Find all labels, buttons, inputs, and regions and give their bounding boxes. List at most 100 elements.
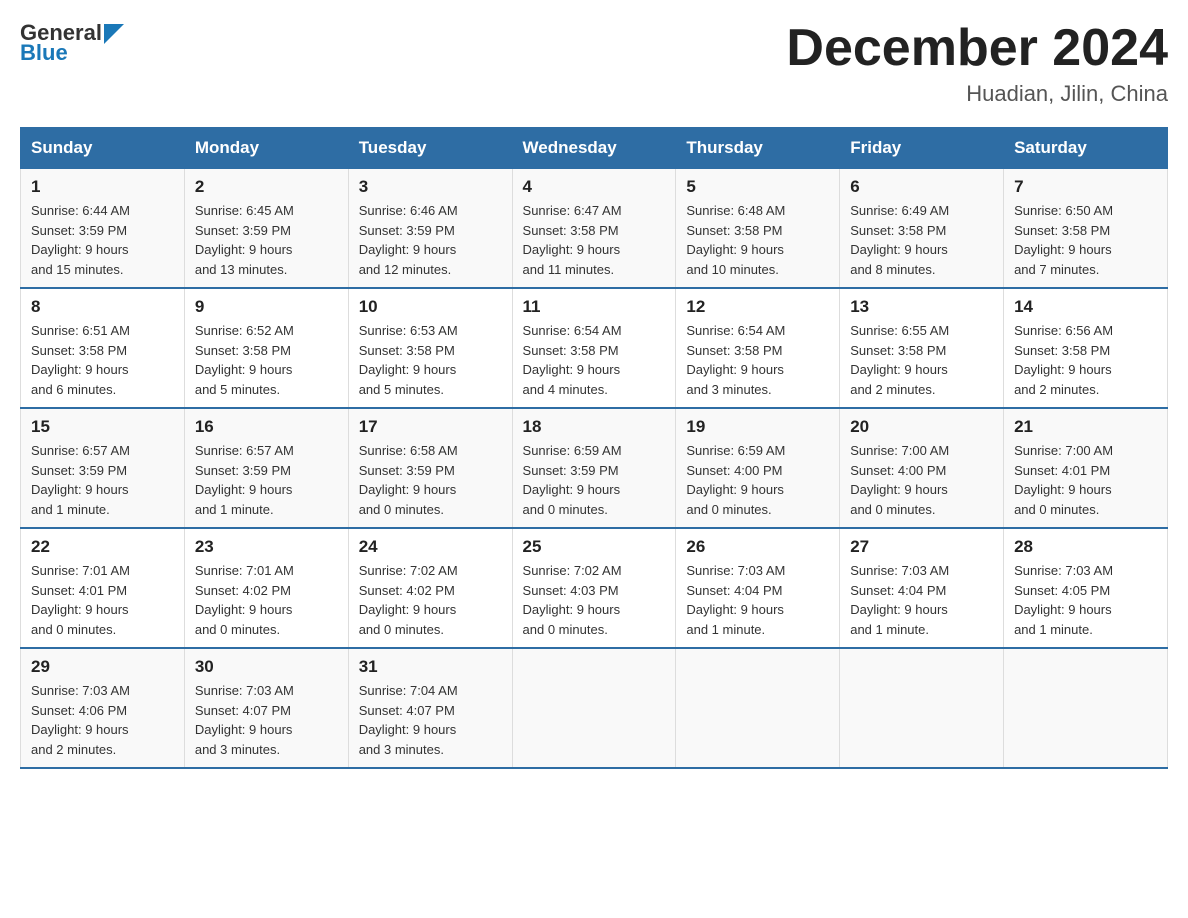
calendar-cell: 30 Sunrise: 7:03 AM Sunset: 4:07 PM Dayli…: [184, 648, 348, 768]
calendar-cell: 25Sunrise: 7:02 AM Sunset: 4:03 PM Dayli…: [512, 528, 676, 648]
weekday-header-tuesday: Tuesday: [348, 128, 512, 169]
calendar-cell: 1 Sunrise: 6:44 AM Sunset: 3:59 PM Daylig…: [21, 169, 185, 289]
calendar-week-row: 1 Sunrise: 6:44 AM Sunset: 3:59 PM Daylig…: [21, 169, 1168, 289]
day-number: 5: [686, 177, 829, 197]
calendar-cell: 15Sunrise: 6:57 AM Sunset: 3:59 PM Dayli…: [21, 408, 185, 528]
calendar-cell: 31 Sunrise: 7:04 AM Sunset: 4:07 PM Dayli…: [348, 648, 512, 768]
calendar-cell: 21 Sunrise: 7:00 AM Sunset: 4:01 PM Dayli…: [1004, 408, 1168, 528]
calendar-cell: 24 Sunrise: 7:02 AM Sunset: 4:02 PM Dayli…: [348, 528, 512, 648]
day-number: 22: [31, 537, 174, 557]
day-number: 20: [850, 417, 993, 437]
logo-triangle-icon: [104, 24, 124, 44]
calendar-cell: 8 Sunrise: 6:51 AM Sunset: 3:58 PM Daylig…: [21, 288, 185, 408]
day-number: 15: [31, 417, 174, 437]
calendar-cell: 22 Sunrise: 7:01 AM Sunset: 4:01 PM Dayli…: [21, 528, 185, 648]
day-number: 27: [850, 537, 993, 557]
calendar-week-row: 22 Sunrise: 7:01 AM Sunset: 4:01 PM Dayli…: [21, 528, 1168, 648]
day-number: 14: [1014, 297, 1157, 317]
title-block: December 2024 Huadian, Jilin, China: [786, 20, 1168, 107]
calendar-cell: 6 Sunrise: 6:49 AM Sunset: 3:58 PM Daylig…: [840, 169, 1004, 289]
day-number: 8: [31, 297, 174, 317]
day-info: Sunrise: 6:53 AM Sunset: 3:58 PM Dayligh…: [359, 321, 502, 399]
weekday-header-friday: Friday: [840, 128, 1004, 169]
day-number: 26: [686, 537, 829, 557]
calendar-cell: 27 Sunrise: 7:03 AM Sunset: 4:04 PM Dayli…: [840, 528, 1004, 648]
day-number: 23: [195, 537, 338, 557]
calendar-cell: [512, 648, 676, 768]
calendar-cell: 5 Sunrise: 6:48 AM Sunset: 3:58 PM Daylig…: [676, 169, 840, 289]
day-info: Sunrise: 7:03 AM Sunset: 4:04 PM Dayligh…: [686, 561, 829, 639]
day-number: 1: [31, 177, 174, 197]
day-info: Sunrise: 6:44 AM Sunset: 3:59 PM Dayligh…: [31, 201, 174, 279]
day-number: 7: [1014, 177, 1157, 197]
day-number: 3: [359, 177, 502, 197]
calendar-week-row: 8 Sunrise: 6:51 AM Sunset: 3:58 PM Daylig…: [21, 288, 1168, 408]
day-info: Sunrise: 7:00 AM Sunset: 4:01 PM Dayligh…: [1014, 441, 1157, 519]
day-number: 4: [523, 177, 666, 197]
day-number: 21: [1014, 417, 1157, 437]
calendar-week-row: 29 Sunrise: 7:03 AM Sunset: 4:06 PM Dayli…: [21, 648, 1168, 768]
calendar-title: December 2024: [786, 20, 1168, 77]
weekday-header-row: SundayMondayTuesdayWednesdayThursdayFrid…: [21, 128, 1168, 169]
calendar-cell: 23 Sunrise: 7:01 AM Sunset: 4:02 PM Dayli…: [184, 528, 348, 648]
day-info: Sunrise: 6:58 AM Sunset: 3:59 PM Dayligh…: [359, 441, 502, 519]
day-number: 2: [195, 177, 338, 197]
day-info: Sunrise: 7:03 AM Sunset: 4:07 PM Dayligh…: [195, 681, 338, 759]
calendar-week-row: 15Sunrise: 6:57 AM Sunset: 3:59 PM Dayli…: [21, 408, 1168, 528]
calendar-cell: 7Sunrise: 6:50 AM Sunset: 3:58 PM Daylig…: [1004, 169, 1168, 289]
calendar-cell: 13Sunrise: 6:55 AM Sunset: 3:58 PM Dayli…: [840, 288, 1004, 408]
weekday-header-monday: Monday: [184, 128, 348, 169]
day-number: 13: [850, 297, 993, 317]
day-info: Sunrise: 7:02 AM Sunset: 4:02 PM Dayligh…: [359, 561, 502, 639]
day-info: Sunrise: 7:03 AM Sunset: 4:04 PM Dayligh…: [850, 561, 993, 639]
day-info: Sunrise: 7:04 AM Sunset: 4:07 PM Dayligh…: [359, 681, 502, 759]
day-number: 18: [523, 417, 666, 437]
day-number: 16: [195, 417, 338, 437]
calendar-cell: 18 Sunrise: 6:59 AM Sunset: 3:59 PM Dayli…: [512, 408, 676, 528]
day-number: 30: [195, 657, 338, 677]
day-number: 9: [195, 297, 338, 317]
calendar-cell: 29 Sunrise: 7:03 AM Sunset: 4:06 PM Dayli…: [21, 648, 185, 768]
calendar-subtitle: Huadian, Jilin, China: [786, 81, 1168, 107]
day-number: 19: [686, 417, 829, 437]
day-number: 28: [1014, 537, 1157, 557]
calendar-cell: 17 Sunrise: 6:58 AM Sunset: 3:59 PM Dayli…: [348, 408, 512, 528]
day-info: Sunrise: 6:45 AM Sunset: 3:59 PM Dayligh…: [195, 201, 338, 279]
day-number: 6: [850, 177, 993, 197]
day-info: Sunrise: 6:59 AM Sunset: 3:59 PM Dayligh…: [523, 441, 666, 519]
day-info: Sunrise: 6:48 AM Sunset: 3:58 PM Dayligh…: [686, 201, 829, 279]
day-number: 10: [359, 297, 502, 317]
day-info: Sunrise: 6:59 AM Sunset: 4:00 PM Dayligh…: [686, 441, 829, 519]
day-info: Sunrise: 7:03 AM Sunset: 4:05 PM Dayligh…: [1014, 561, 1157, 639]
logo: General Blue: [20, 20, 124, 66]
day-info: Sunrise: 7:00 AM Sunset: 4:00 PM Dayligh…: [850, 441, 993, 519]
calendar-cell: [676, 648, 840, 768]
day-info: Sunrise: 7:03 AM Sunset: 4:06 PM Dayligh…: [31, 681, 174, 759]
day-info: Sunrise: 7:01 AM Sunset: 4:02 PM Dayligh…: [195, 561, 338, 639]
day-number: 31: [359, 657, 502, 677]
page-header: General Blue December 2024 Huadian, Jili…: [20, 20, 1168, 107]
day-info: Sunrise: 6:51 AM Sunset: 3:58 PM Dayligh…: [31, 321, 174, 399]
calendar-cell: 2 Sunrise: 6:45 AM Sunset: 3:59 PM Daylig…: [184, 169, 348, 289]
day-info: Sunrise: 7:02 AM Sunset: 4:03 PM Dayligh…: [523, 561, 666, 639]
day-info: Sunrise: 6:46 AM Sunset: 3:59 PM Dayligh…: [359, 201, 502, 279]
calendar-cell: 4Sunrise: 6:47 AM Sunset: 3:58 PM Daylig…: [512, 169, 676, 289]
day-number: 24: [359, 537, 502, 557]
day-info: Sunrise: 6:54 AM Sunset: 3:58 PM Dayligh…: [523, 321, 666, 399]
calendar-cell: 9 Sunrise: 6:52 AM Sunset: 3:58 PM Daylig…: [184, 288, 348, 408]
weekday-header-saturday: Saturday: [1004, 128, 1168, 169]
calendar-cell: 19 Sunrise: 6:59 AM Sunset: 4:00 PM Dayli…: [676, 408, 840, 528]
day-number: 17: [359, 417, 502, 437]
day-info: Sunrise: 7:01 AM Sunset: 4:01 PM Dayligh…: [31, 561, 174, 639]
day-info: Sunrise: 6:52 AM Sunset: 3:58 PM Dayligh…: [195, 321, 338, 399]
weekday-header-thursday: Thursday: [676, 128, 840, 169]
day-number: 29: [31, 657, 174, 677]
day-number: 12: [686, 297, 829, 317]
calendar-cell: 20 Sunrise: 7:00 AM Sunset: 4:00 PM Dayli…: [840, 408, 1004, 528]
weekday-header-sunday: Sunday: [21, 128, 185, 169]
day-info: Sunrise: 6:49 AM Sunset: 3:58 PM Dayligh…: [850, 201, 993, 279]
calendar-cell: [1004, 648, 1168, 768]
day-info: Sunrise: 6:54 AM Sunset: 3:58 PM Dayligh…: [686, 321, 829, 399]
calendar-table: SundayMondayTuesdayWednesdayThursdayFrid…: [20, 127, 1168, 769]
calendar-cell: 16Sunrise: 6:57 AM Sunset: 3:59 PM Dayli…: [184, 408, 348, 528]
